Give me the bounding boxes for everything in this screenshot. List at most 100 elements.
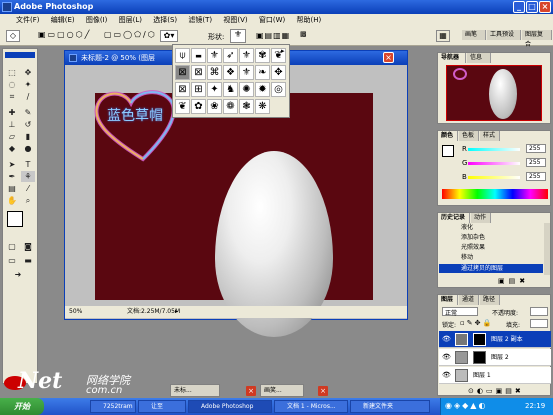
screen-mode-2-icon[interactable]: ▬ (21, 255, 35, 266)
minimized-close-icon[interactable]: × (318, 386, 328, 396)
shape-bird-icon[interactable]: ➶ (223, 48, 238, 63)
menu-view[interactable]: 视图(V) (223, 16, 247, 24)
history-item-selected[interactable]: 通过拷贝的图层 (439, 264, 543, 273)
style-swatch-icon[interactable]: ▩ (300, 30, 310, 42)
tab-navigator[interactable]: 导航器 (438, 53, 466, 63)
slice-tool-icon[interactable]: ∕ (21, 91, 35, 102)
tab-tool-presets[interactable]: 工具预设 (487, 30, 521, 40)
shape-tile4-icon[interactable]: ⊞ (191, 82, 206, 97)
tab-channels[interactable]: 通道 (459, 295, 479, 305)
hand-tool-icon[interactable]: ✋ (5, 195, 19, 206)
jump-to-imageready-icon[interactable]: ➜ (11, 269, 25, 280)
blend-mode-select[interactable]: 正常 (442, 307, 478, 317)
g-value[interactable]: 255 (526, 158, 546, 167)
taskbar-item[interactable]: 新建文件夹 (350, 400, 430, 413)
menu-filter[interactable]: 滤镜(T) (188, 16, 212, 24)
shape-spiral-icon[interactable]: ◎ (271, 82, 286, 97)
minimized-window[interactable]: 未标... (170, 384, 220, 397)
r-slider[interactable] (468, 148, 520, 151)
history-item[interactable]: 光照效果 (439, 243, 543, 252)
path-ops-icons[interactable]: ▣▤▥▦ (256, 31, 292, 41)
custom-shape-tool-icon[interactable]: ⚘ (21, 171, 35, 182)
close-icon[interactable]: × (539, 1, 551, 13)
navigator-preview[interactable] (446, 65, 542, 121)
start-button[interactable]: 开始 (0, 398, 44, 415)
status-arrow-icon[interactable]: ▸ (175, 306, 178, 318)
shape-leaf2-icon[interactable]: ❁ (223, 99, 238, 114)
type-tool-icon[interactable]: T (21, 159, 35, 170)
stamp-tool-icon[interactable]: ⊥ (5, 119, 19, 130)
path-select-icon[interactable]: ➤ (5, 159, 19, 170)
gradient-tool-icon[interactable]: ▮ (21, 131, 35, 142)
tab-info[interactable]: 信息 (467, 53, 491, 63)
taskbar-item[interactable]: 7252tram (90, 400, 136, 413)
shape-grass-icon[interactable]: ⍦ (175, 48, 190, 63)
menu-layer[interactable]: 图层(L) (119, 16, 142, 24)
shape-fleur-icon[interactable]: ⚜ (207, 48, 222, 63)
b-value[interactable]: 255 (526, 172, 546, 181)
tab-history[interactable]: 历史记录 (438, 213, 470, 223)
taskbar-item[interactable]: 让至 (138, 400, 186, 413)
shape-fleur2-icon[interactable]: ⚜ (239, 48, 254, 63)
tab-paths[interactable]: 路径 (480, 295, 500, 305)
visibility-eye-icon[interactable]: 👁 (442, 331, 451, 348)
history-item[interactable]: 液化 (439, 223, 543, 232)
g-slider[interactable] (468, 162, 520, 165)
layer-buttons-icons[interactable]: ⊙◐▭▣▤✖ (468, 387, 548, 395)
layer-row[interactable]: 👁 图层 2 (439, 349, 551, 366)
dodge-tool-icon[interactable]: ● (21, 143, 35, 154)
zoom-tool-icon[interactable]: ⌕ (21, 195, 35, 206)
layer-row[interactable]: 👁 图层 1 (439, 367, 551, 384)
shape-scroll2-icon[interactable]: ❧ (255, 65, 270, 80)
shape-flag-icon[interactable]: ▬ (191, 48, 206, 63)
menu-image[interactable]: 图像(I) (86, 16, 108, 24)
foreground-color-swatch[interactable] (7, 211, 23, 227)
menu-edit[interactable]: 编辑(E) (51, 16, 75, 24)
shape-ornament-icon[interactable]: ✾ (255, 48, 270, 63)
lock-icons[interactable]: ▫✎✥🔒 (460, 319, 493, 327)
zoom-level[interactable]: 50% (69, 306, 82, 318)
healing-brush-icon[interactable]: ✚ (5, 107, 19, 118)
opacity-input[interactable] (530, 307, 548, 316)
tab-layers[interactable]: 图层 (438, 295, 458, 305)
color-spectrum-bar[interactable] (442, 189, 548, 199)
brush-tool-icon[interactable]: ✎ (21, 107, 35, 118)
shape-tile1-icon[interactable]: ⊠ (175, 65, 190, 80)
screen-mode-1-icon[interactable]: ▭ (5, 255, 19, 266)
shape-fleur3-icon[interactable]: ⚜ (239, 65, 254, 80)
history-item[interactable]: 添加杂色 (439, 233, 543, 242)
taskbar-item[interactable]: 文档 1 - Micros... (274, 400, 348, 413)
fill-input[interactable] (530, 319, 548, 328)
shape-tool-preset-icon[interactable]: ◇ (6, 30, 20, 42)
history-scrollbar[interactable] (544, 223, 550, 275)
menu-file[interactable]: 文件(F) (16, 16, 40, 24)
r-value[interactable]: 255 (526, 144, 546, 153)
shape-knot-icon[interactable]: ⌘ (207, 65, 222, 80)
tab-color[interactable]: 颜色 (438, 131, 458, 141)
shape-ornament3-icon[interactable]: ✥ (271, 65, 286, 80)
minimize-icon[interactable]: _ (513, 1, 525, 13)
shape-leaf-icon[interactable]: ❀ (207, 99, 222, 114)
b-slider[interactable] (468, 176, 520, 179)
shape-tool-icons[interactable]: ▢▭◯⬠∕⬡ (104, 30, 194, 42)
blur-tool-icon[interactable]: ◆ (5, 143, 19, 154)
minimized-window[interactable]: 画笑... (260, 384, 304, 397)
eyedropper-icon[interactable]: ⁄ (21, 183, 35, 194)
history-buttons-icons[interactable]: ▣▤✖ (498, 277, 548, 286)
color-fg-swatch[interactable] (442, 145, 454, 157)
canvas[interactable]: 蓝色草帽 (94, 90, 373, 337)
visibility-eye-icon[interactable]: 👁 (442, 349, 451, 366)
shape-tile3-icon[interactable]: ⊠ (175, 82, 190, 97)
shape-picker-button[interactable]: ⚜ (230, 29, 246, 43)
marquee-tool-icon[interactable]: ⬚ (5, 67, 19, 78)
maximize-icon[interactable]: □ (526, 1, 538, 13)
shape-ornament2-icon[interactable]: ❖ (223, 65, 238, 80)
shape-flower-icon[interactable]: ✿ (191, 99, 206, 114)
shape-sun-icon[interactable]: ✺ (239, 82, 254, 97)
history-item[interactable]: 移动 (439, 253, 543, 262)
shape-star-icon[interactable]: ✦ (207, 82, 222, 97)
quick-mask-icon[interactable]: ◙ (21, 241, 35, 252)
picker-menu-icon[interactable]: ▸ (281, 47, 289, 55)
lasso-tool-icon[interactable]: ◌ (5, 79, 19, 90)
history-brush-icon[interactable]: ↺ (21, 119, 35, 130)
